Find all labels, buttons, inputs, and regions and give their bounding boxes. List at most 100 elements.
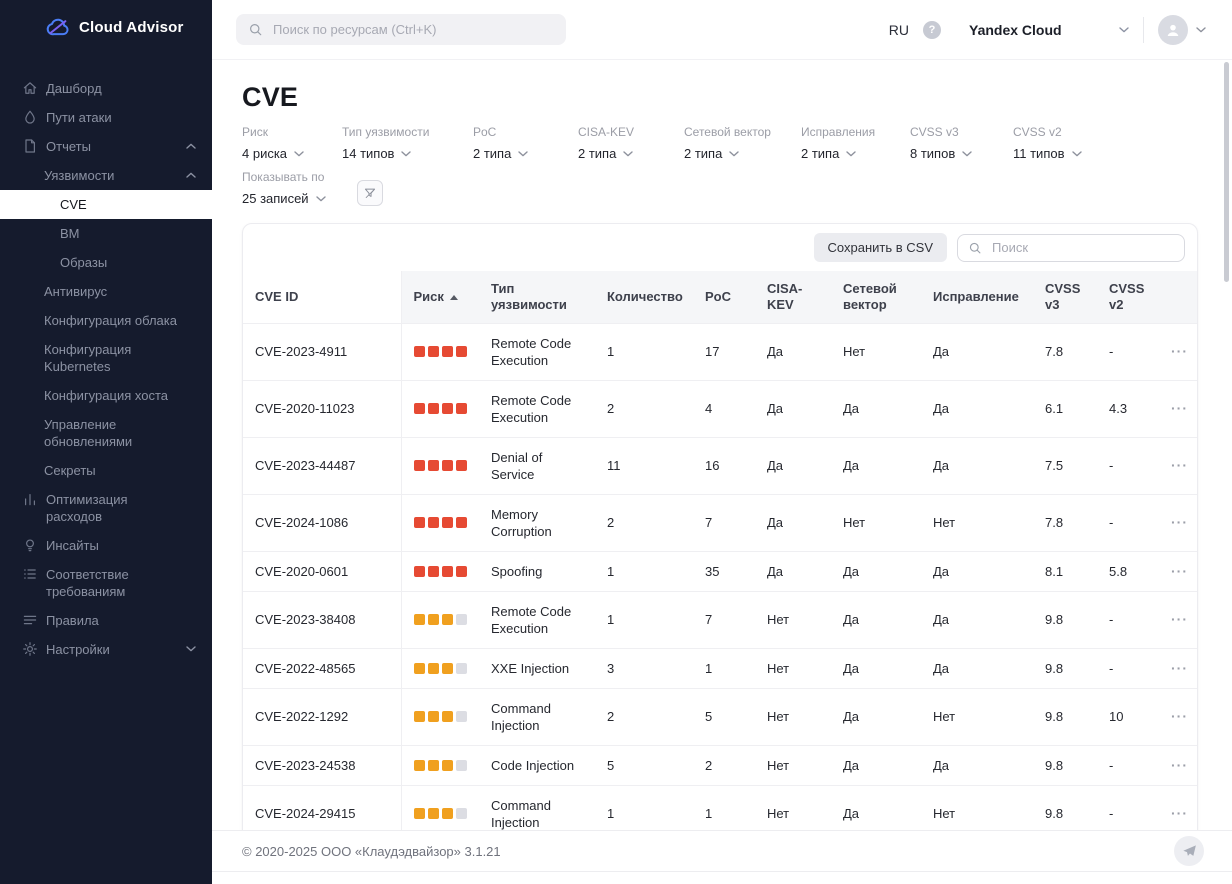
filter-network-vector-select[interactable]: 2 типа xyxy=(684,146,801,161)
column-header-cisa-kev[interactable]: CISA-KEV xyxy=(755,271,831,323)
risk-indicator xyxy=(414,566,468,577)
table-row[interactable]: CVE-2020-11023Remote Code Execution24ДаД… xyxy=(243,380,1198,437)
column-header-cve-id[interactable]: CVE ID xyxy=(243,271,401,323)
column-header-risk[interactable]: Риск xyxy=(401,271,479,323)
row-actions-button[interactable]: ··· xyxy=(1159,380,1198,437)
filter-cvss-v2-select[interactable]: 11 типов xyxy=(1013,146,1123,161)
column-header-fix[interactable]: Исправление xyxy=(921,271,1033,323)
cell-cvss-v2: 5.8 xyxy=(1097,551,1159,591)
column-header-network-vector[interactable]: Сетевой вектор xyxy=(831,271,921,323)
filter-label: CISA-KEV xyxy=(578,125,684,139)
row-actions-button[interactable]: ··· xyxy=(1159,648,1198,688)
help-button[interactable]: ? xyxy=(923,21,941,39)
sidebar-item-images[interactable]: Образы xyxy=(0,248,212,277)
cell-fix: Нет xyxy=(921,494,1033,551)
row-actions-button[interactable]: ··· xyxy=(1159,494,1198,551)
cell-network-vector: Нет xyxy=(831,494,921,551)
sidebar-item-attack-paths[interactable]: Пути атаки xyxy=(0,103,212,132)
sidebar-item-cve[interactable]: CVE xyxy=(0,190,212,219)
table-search[interactable] xyxy=(957,234,1185,262)
cell-vuln-type: Code Injection xyxy=(479,745,595,785)
filter-risk-select[interactable]: 4 риска xyxy=(242,146,342,161)
row-actions-button[interactable]: ··· xyxy=(1159,785,1198,830)
cell-count: 2 xyxy=(595,688,693,745)
table-row[interactable]: CVE-2022-48565XXE Injection31НетДаДа9.8-… xyxy=(243,648,1198,688)
filter-fixes-select[interactable]: 2 типа xyxy=(801,146,910,161)
sidebar-item-cloud-config[interactable]: Конфигурация облака xyxy=(0,306,212,335)
sidebar-item-update-management[interactable]: Управление обновлениями xyxy=(0,410,212,456)
table-row[interactable]: CVE-2024-1086Memory Corruption27ДаНетНет… xyxy=(243,494,1198,551)
table-search-input[interactable] xyxy=(990,239,1174,256)
table-row[interactable]: CVE-2023-44487Denial of Service1116ДаДаД… xyxy=(243,437,1198,494)
cell-fix: Нет xyxy=(921,688,1033,745)
cell-network-vector: Нет xyxy=(831,323,921,380)
vertical-scrollbar[interactable] xyxy=(1224,62,1229,282)
row-actions-button[interactable]: ··· xyxy=(1159,323,1198,380)
sidebar-item-vulnerabilities[interactable]: Уязвимости xyxy=(0,161,212,190)
organization-dropdown[interactable]: Yandex Cloud xyxy=(969,22,1129,38)
table-row[interactable]: CVE-2020-0601Spoofing135ДаДаДа8.15.8··· xyxy=(243,551,1198,591)
global-search-input[interactable] xyxy=(271,21,554,38)
sidebar-item-rules[interactable]: Правила xyxy=(0,606,212,635)
sidebar-item-dashboard[interactable]: Дашборд xyxy=(0,74,212,103)
column-header-vuln-type[interactable]: Тип уязвимости xyxy=(479,271,595,323)
filter-poc-select[interactable]: 2 типа xyxy=(473,146,578,161)
risk-square xyxy=(442,566,453,577)
risk-square xyxy=(414,808,425,819)
telegram-button[interactable] xyxy=(1174,836,1204,866)
sidebar-item-compliance[interactable]: Соответствие требованиям xyxy=(0,560,212,606)
logo[interactable]: Cloud Advisor xyxy=(0,0,212,52)
risk-square xyxy=(414,517,425,528)
chevron-down-icon xyxy=(518,151,528,157)
filter-cisa-kev-select[interactable]: 2 типа xyxy=(578,146,684,161)
sidebar-item-settings[interactable]: Настройки xyxy=(0,635,212,664)
global-search[interactable] xyxy=(236,14,566,45)
table-row[interactable]: CVE-2023-4911Remote Code Execution117ДаН… xyxy=(243,323,1198,380)
sidebar-item-antivirus[interactable]: Антивирус xyxy=(0,277,212,306)
row-actions-button[interactable]: ··· xyxy=(1159,551,1198,591)
reset-filters-button[interactable] xyxy=(357,180,383,206)
row-actions-button[interactable]: ··· xyxy=(1159,688,1198,745)
save-csv-button[interactable]: Сохранить в CSV xyxy=(814,233,947,262)
risk-square xyxy=(428,711,439,722)
risk-square xyxy=(414,760,425,771)
sidebar-item-kubernetes-config[interactable]: Конфигурация Kubernetes xyxy=(0,335,212,381)
sidebar-item-secrets[interactable]: Секреты xyxy=(0,456,212,485)
risk-square xyxy=(428,566,439,577)
chevron-down-icon[interactable] xyxy=(1196,27,1206,33)
avatar[interactable] xyxy=(1158,15,1188,45)
column-header-cvss-v3[interactable]: CVSS v3 xyxy=(1033,271,1097,323)
sidebar-item-label: Уязвимости xyxy=(44,167,114,184)
table-row[interactable]: CVE-2022-1292Command Injection25НетДаНет… xyxy=(243,688,1198,745)
chevron-down-icon xyxy=(294,151,304,157)
sidebar-item-label: Настройки xyxy=(46,641,110,658)
sidebar-item-reports[interactable]: Отчеты xyxy=(0,132,212,161)
cve-table: CVE IDРискТип уязвимостиКоличествоPoCCIS… xyxy=(243,271,1198,830)
row-actions-button[interactable]: ··· xyxy=(1159,591,1198,648)
sidebar-item-host-config[interactable]: Конфигурация хоста xyxy=(0,381,212,410)
table-row[interactable]: CVE-2023-38408Remote Code Execution17Нет… xyxy=(243,591,1198,648)
table-row[interactable]: CVE-2023-24538Code Injection52НетДаДа9.8… xyxy=(243,745,1198,785)
column-label: Сетевой вектор xyxy=(843,281,897,312)
sidebar-item-label: Правила xyxy=(46,612,99,629)
cell-count: 1 xyxy=(595,551,693,591)
filter-vuln-type-select[interactable]: 14 типов xyxy=(342,146,473,161)
risk-square xyxy=(414,403,425,414)
sidebar-item-insights[interactable]: Инсайты xyxy=(0,531,212,560)
risk-indicator xyxy=(414,663,468,674)
cell-poc: 1 xyxy=(693,785,755,830)
paper-plane-icon xyxy=(1182,844,1197,858)
sidebar-item-vm[interactable]: ВМ xyxy=(0,219,212,248)
filter-cvss-v3-select[interactable]: 8 типов xyxy=(910,146,1013,161)
column-header-cvss-v2[interactable]: CVSS v2 xyxy=(1097,271,1159,323)
show-by-select[interactable]: 25 записей xyxy=(242,191,357,206)
column-header-poc[interactable]: PoC xyxy=(693,271,755,323)
language-switcher[interactable]: RU xyxy=(889,22,909,38)
column-header-count[interactable]: Количество xyxy=(595,271,693,323)
cell-cvss-v2: - xyxy=(1097,648,1159,688)
sidebar-item-label: Конфигурация облака xyxy=(44,312,177,329)
row-actions-button[interactable]: ··· xyxy=(1159,745,1198,785)
table-row[interactable]: CVE-2024-29415Command Injection11НетДаНе… xyxy=(243,785,1198,830)
sidebar-item-cost-optimization[interactable]: Оптимизация расходов xyxy=(0,485,212,531)
row-actions-button[interactable]: ··· xyxy=(1159,437,1198,494)
